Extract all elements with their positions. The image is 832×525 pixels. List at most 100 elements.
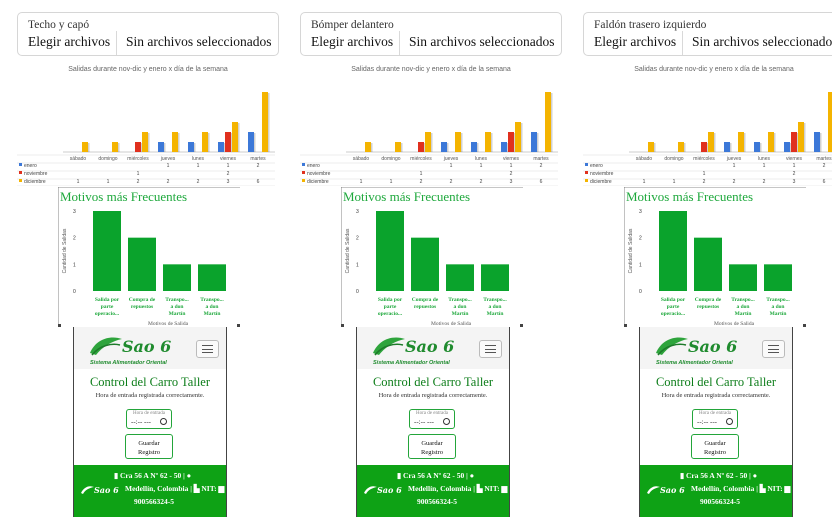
category-label: parte [667,304,680,310]
choose-files-button[interactable]: Elegir archivos [28,34,110,50]
table-cell: 6 [257,179,260,185]
bar-enero [531,132,537,152]
bar-diciembre [262,92,268,152]
category-label: Compra de [129,297,156,303]
choose-files-button[interactable]: Elegir archivos [311,34,393,50]
bar [128,237,156,291]
bar-diciembre [455,132,461,152]
clock-icon[interactable] [160,418,167,425]
y-tick-label: 1 [73,262,76,268]
save-record-button[interactable]: Guardar Registro [125,434,173,459]
category-label: lunes [475,156,487,162]
bar-shade [401,143,403,152]
clock-icon[interactable] [726,418,733,425]
legend-label: enero [307,163,320,169]
factory-icon: ▙ [476,484,483,493]
table-cell: 2 [540,163,543,169]
bar [729,264,757,291]
bar [694,237,722,291]
footer-nit-label: NIT: [201,484,217,493]
bar-diciembre [82,142,88,152]
reasons-chart: Motivos más Frecuentes Cantidad de Salida… [624,187,806,327]
table-cell: 6 [540,179,543,185]
footer-address: ▮ Cra 56 A Nº 62 - 50 | ● [680,471,757,480]
footer-city: Medellín, Colombia | ▙ NIT: ▆ [125,484,224,493]
page-title: Control del Carro Taller [655,375,777,389]
save-record-button[interactable]: Guardar Registro [408,434,456,459]
table-cell: 2 [167,179,170,185]
footer-address-text: Cra 56 A Nº 62 - 50 | [403,471,468,480]
footer: ▮ Cra 56 A Nº 62 - 50 | ● Sao 6 Medellín… [640,465,792,517]
entry-time-input[interactable]: Hora de entrada --:-- --- [126,409,172,429]
category-label: lunes [758,156,770,162]
mobile-preview: Sao 6 Sistema Alimentador Oriental Contr… [356,327,510,517]
svg-text:Sao 6: Sao 6 [377,485,402,495]
menu-toggle-button[interactable] [479,340,502,358]
menu-toggle-button[interactable] [196,340,219,358]
resize-handle [237,324,240,327]
category-label: Transpo... [766,297,790,303]
category-label: miércoles [127,156,149,162]
category-label: jueves [160,156,176,162]
category-label: parte [101,304,114,310]
mobile-preview: Sao 6 Sistema Alimentador Oriental Contr… [73,327,227,517]
table-cell: 2 [480,179,483,185]
footer-nit: 900566324-5 [700,497,740,506]
category-label: domingo [381,156,400,162]
y-tick-label: 3 [73,209,76,215]
entry-time-label: Hora de entrada [699,411,731,416]
save-record-button[interactable]: Guardar Registro [691,434,739,459]
entry-time-input[interactable]: Hora de entrada --:-- --- [409,409,455,429]
bar-shade [164,143,166,152]
bar-shade [760,143,762,152]
building-icon: ▮ [114,471,119,480]
category-label: Martín [487,311,504,317]
category-label: miércoles [693,156,715,162]
choose-files-button[interactable]: Elegir archivos [594,34,676,50]
table-cell: 1 [763,163,766,169]
svg-text:Sao 6: Sao 6 [660,485,685,495]
category-label: Martín [452,311,469,317]
page-title: Control del Carro Taller [89,375,211,389]
bar-noviembre [791,132,797,152]
footer-address-text: Cra 56 A Nº 62 - 50 | [120,471,185,480]
bar-shade [431,133,433,152]
table-cell: 2 [823,163,826,169]
footer-city-text: Medellín, Colombia | [125,484,192,493]
building-icon: ▮ [397,471,402,480]
legend-label: diciembre [307,179,329,185]
success-message: Hora de entrada registrada correctamente… [95,392,205,399]
footer-address: ▮ Cra 56 A Nº 62 - 50 | ● [397,471,474,480]
bar [481,264,509,291]
legend-label: noviembre [590,171,614,177]
table-cell: 1 [360,179,363,185]
category-label: operacio... [661,311,686,317]
bar-shade [268,93,270,152]
svg-text:Sistema Alimentador Oriental: Sistema Alimentador Oriental [656,360,733,366]
legend-swatch [19,171,22,174]
bar-enero [188,142,194,152]
report-column: Faldón trasero izquierdo Elegir archivos… [566,0,832,525]
y-tick-label: 2 [356,236,359,242]
legend-label: diciembre [590,179,612,185]
bus-icon: ▆ [784,484,791,493]
reasons-chart: Motivos más Frecuentes Cantidad de Salida… [58,187,240,327]
sao6-logo: Sao 6 Sistema Alimentador Oriental [90,337,171,366]
bar-enero [784,142,790,152]
category-label: operacio... [95,311,120,317]
clock-icon[interactable] [443,418,450,425]
entry-time-value: --:-- --- [414,418,435,426]
y-tick-label: 2 [73,236,76,242]
category-label: Transpo... [165,297,189,303]
menu-toggle-button[interactable] [762,340,785,358]
bar-enero [471,142,477,152]
table-cell: 2 [793,171,796,177]
svg-text:Sistema Alimentador Oriental: Sistema Alimentador Oriental [373,360,450,366]
table-cell: 2 [227,171,230,177]
entry-time-label: Hora de entrada [416,411,448,416]
table-cell: 2 [197,179,200,185]
footer-city: Medellín, Colombia | ▙ NIT: ▆ [691,484,790,493]
y-tick-label: 0 [356,289,359,295]
entry-time-input[interactable]: Hora de entrada --:-- --- [692,409,738,429]
save-label-line1: Guardar [138,440,160,447]
